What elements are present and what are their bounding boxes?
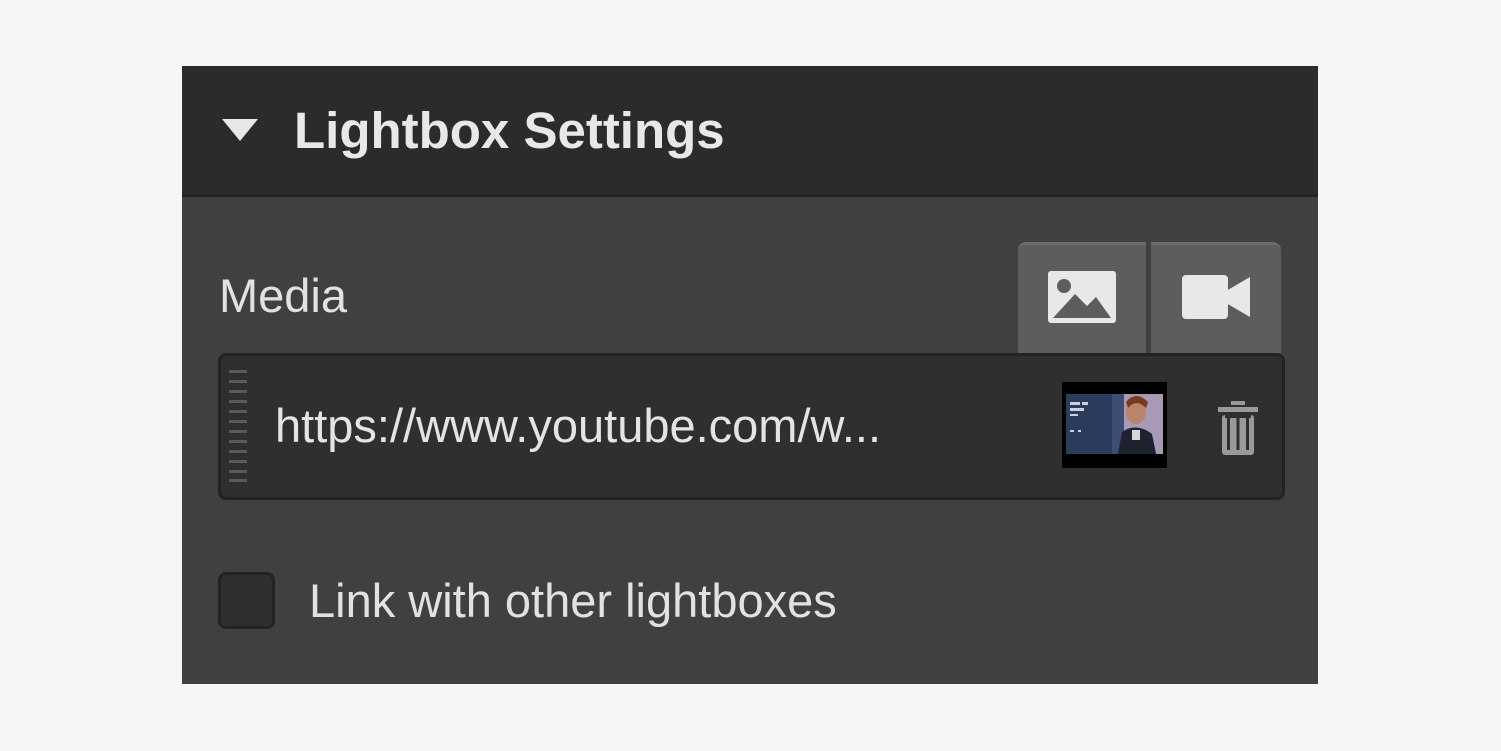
panel-header[interactable]: Lightbox Settings: [182, 66, 1318, 197]
image-type-button[interactable]: [1018, 242, 1146, 356]
caret-down-icon[interactable]: [222, 119, 258, 143]
lightbox-settings-panel: Lightbox Settings Media https://www.yout…: [182, 66, 1318, 684]
video-thumbnail[interactable]: [1062, 382, 1167, 468]
panel-title: Lightbox Settings: [294, 102, 725, 159]
media-label: Media: [219, 269, 348, 322]
drag-handle-icon[interactable]: [229, 370, 247, 482]
link-lightboxes-label[interactable]: Link with other lightboxes: [309, 571, 837, 631]
link-lightboxes-checkbox[interactable]: [218, 572, 275, 629]
trash-icon[interactable]: [1214, 401, 1262, 457]
video-camera-icon: [1182, 275, 1250, 319]
video-type-button[interactable]: [1151, 242, 1281, 356]
image-icon: [1048, 271, 1116, 323]
media-url-value[interactable]: https://www.youtube.com/w...: [275, 394, 975, 458]
media-url-field[interactable]: https://www.youtube.com/w...: [218, 353, 1285, 500]
